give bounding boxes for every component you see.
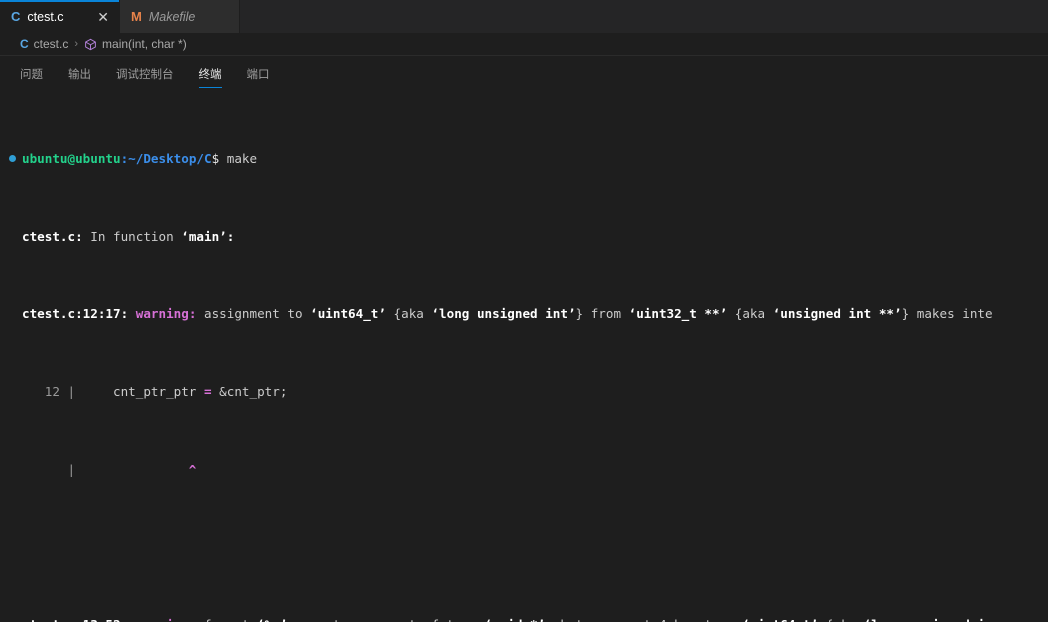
warning-location: ctest.c:13:52: <box>22 617 128 622</box>
warning-text: {aka <box>385 306 432 322</box>
tab-output[interactable]: 输出 <box>68 56 91 91</box>
symbol-cube-icon <box>84 38 97 51</box>
terminal-command: make <box>226 151 258 167</box>
editor-tab-ctest-c[interactable]: C ctest.c ✕ <box>0 0 120 33</box>
warning-text: format <box>196 617 257 622</box>
tab-terminal[interactable]: 终端 <box>198 56 222 91</box>
warning-type: ‘unsigned int **’ <box>772 306 902 322</box>
tab-ports[interactable]: 端口 <box>247 56 270 91</box>
gcc-function: ‘main’: <box>181 228 235 244</box>
warning-type: ‘uint64_t’ <box>310 306 386 322</box>
gcc-text: In function <box>82 228 182 244</box>
terminal-line-warning-1-code: 12 | cnt_ptr_ptr = &cnt_ptr; <box>9 382 1048 401</box>
terminal-output[interactable]: ubuntu@ubuntu:~/Desktop/C$ make ctest.c:… <box>0 91 1048 622</box>
warning-type: ‘long unsigned in <box>864 617 993 622</box>
gcc-file: ctest.c: <box>22 228 83 244</box>
terminal-line-warning-1: ctest.c:12:17: warning: assignment to ‘u… <box>9 304 1048 323</box>
tab-label: Makefile <box>148 9 196 24</box>
tab-problems[interactable]: 问题 <box>20 56 43 91</box>
c-file-icon: C <box>20 37 29 51</box>
panel-tab-bar: 问题 输出 调试控制台 终端 端口 <box>0 56 1048 91</box>
warning-text: } makes inte <box>901 306 993 322</box>
terminal-line-warning-1-caret: | ^ <box>9 460 1048 479</box>
editor-tab-bar: C ctest.c ✕ M Makefile <box>0 0 1048 33</box>
source-code: cnt_ptr_ptr <box>75 384 204 400</box>
editor-tab-makefile[interactable]: M Makefile <box>120 0 240 33</box>
warning-text: , but argument 4 has type <box>545 617 742 622</box>
warning-type: ‘long unsigned int’ <box>431 306 576 322</box>
bottom-panel: 问题 输出 调试控制台 终端 端口 ubuntu@ubuntu:~/Deskto… <box>0 55 1048 622</box>
vscode-window: C ctest.c ✕ M Makefile C ctest.c › main(… <box>0 0 1048 622</box>
warning-text: {aka <box>727 306 773 322</box>
gutter-bar: | <box>22 461 76 477</box>
tab-label: ctest.c <box>27 9 64 24</box>
breadcrumb-symbol[interactable]: main(int, char *) <box>102 37 187 51</box>
terminal-line-in-function: ctest.c: In function ‘main’: <box>9 227 1048 246</box>
c-file-icon: C <box>11 9 21 24</box>
warning-text: } from <box>575 306 629 322</box>
warning-type: ‘%p’ <box>257 617 287 622</box>
source-highlight: = <box>203 384 212 400</box>
breadcrumb-file[interactable]: ctest.c <box>34 37 69 51</box>
warning-keyword: warning: <box>128 617 197 622</box>
caret-marker: ^ <box>75 461 197 477</box>
terminal-line-prompt-command: ubuntu@ubuntu:~/Desktop/C$ make <box>9 149 1048 168</box>
makefile-icon: M <box>131 9 142 24</box>
tab-bar-empty-area <box>240 0 1048 33</box>
prompt-dollar: $ <box>211 151 227 167</box>
source-code: &cnt_ptr; <box>211 384 288 400</box>
warning-keyword: warning: <box>128 306 197 322</box>
close-icon[interactable]: ✕ <box>83 10 109 24</box>
command-status-dot-icon <box>9 155 16 163</box>
prompt-path: :~/Desktop/C <box>120 151 212 167</box>
warning-text: assignment to <box>196 306 311 322</box>
warning-text: expects argument of type <box>287 617 484 622</box>
warning-type: ‘void *’ <box>485 617 546 622</box>
warning-text: {aka <box>818 617 864 622</box>
prompt-user: ubuntu@ubuntu <box>22 151 121 167</box>
warning-type: ‘uint32_t **’ <box>628 306 728 322</box>
warning-type: ‘uint64_t’ <box>742 617 818 622</box>
breadcrumb[interactable]: C ctest.c › main(int, char *) <box>0 33 1048 55</box>
terminal-line-warning-2: ctest.c:13:52: warning: format ‘%p’ expe… <box>9 615 1048 622</box>
warning-location: ctest.c:12:17: <box>22 306 129 322</box>
chevron-right-icon: › <box>74 38 79 50</box>
tab-debug-console[interactable]: 调试控制台 <box>116 56 174 91</box>
source-line-number: 12 | <box>22 384 76 400</box>
